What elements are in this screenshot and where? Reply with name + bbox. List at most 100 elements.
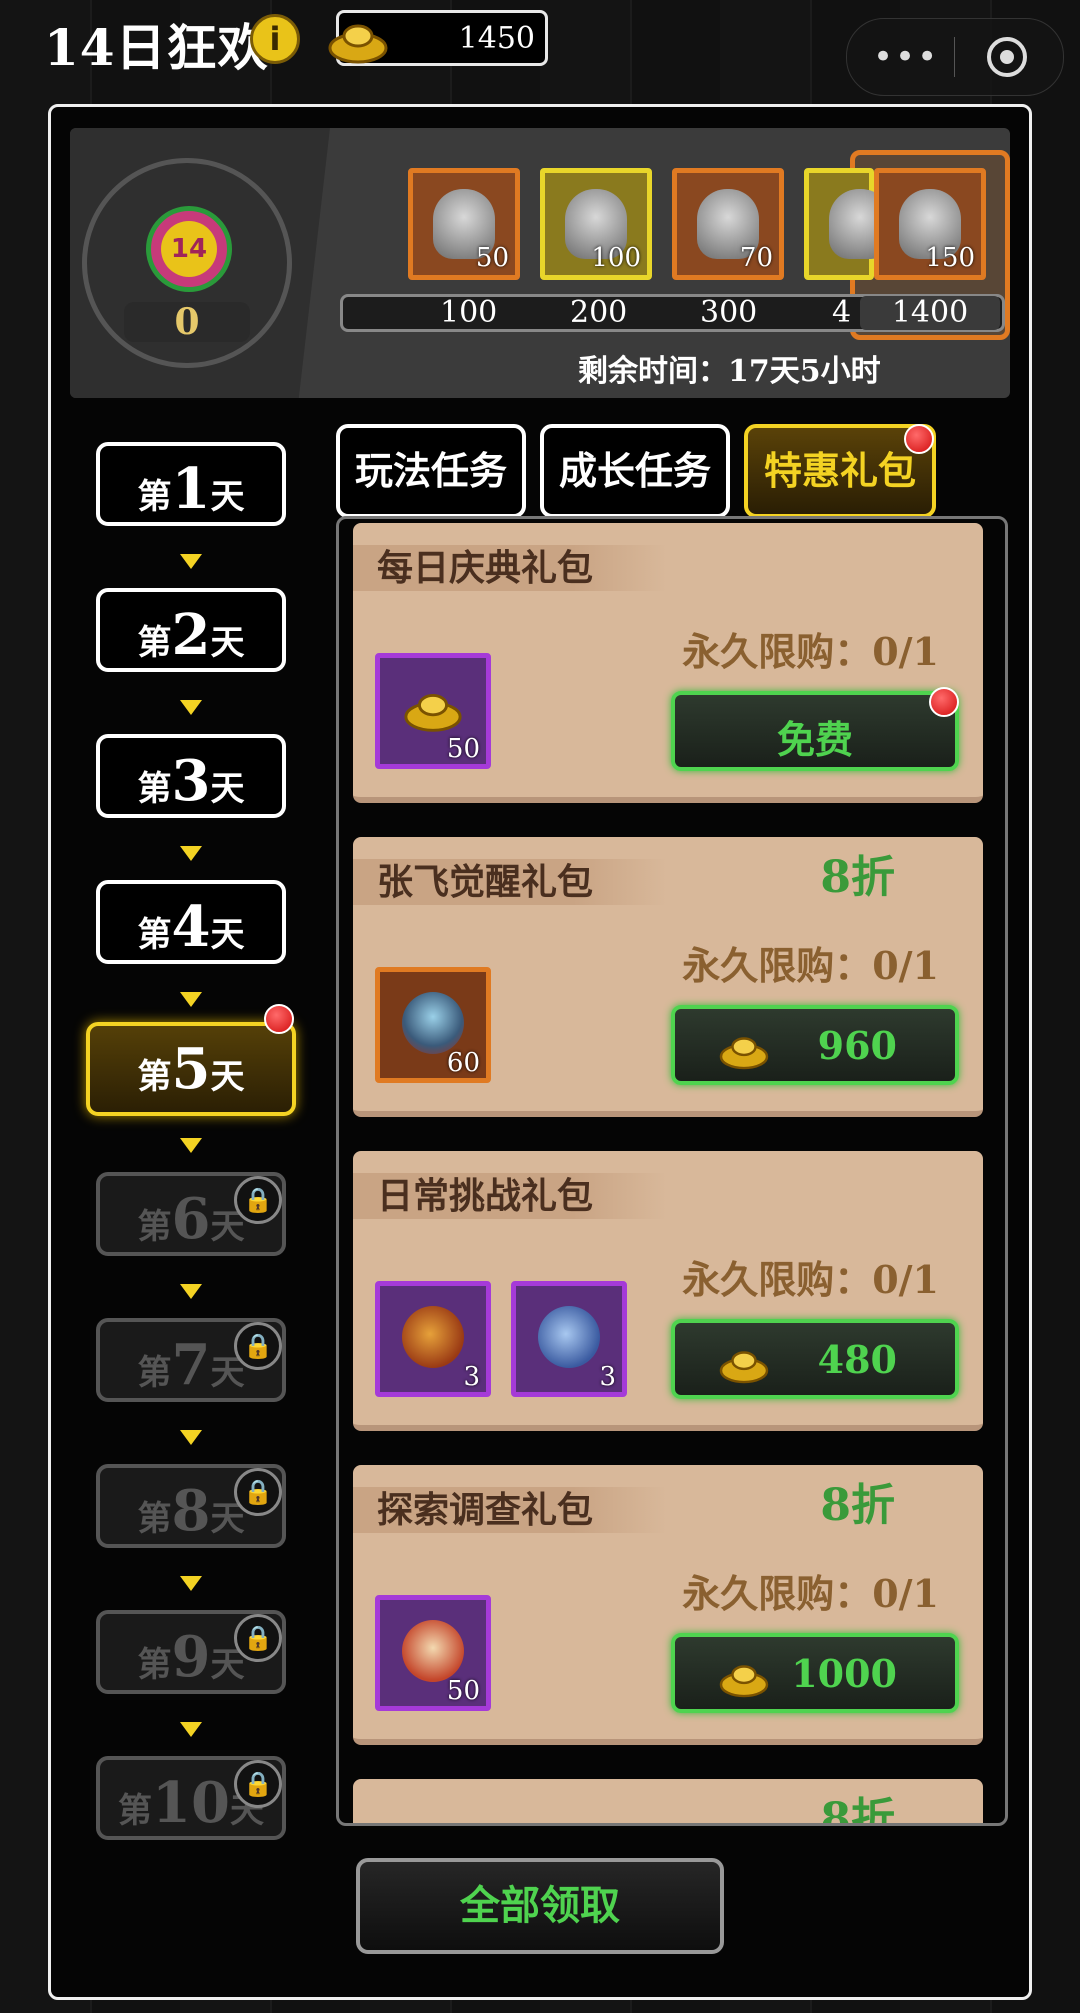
lock-icon: 🔒: [234, 1760, 282, 1808]
day-1-button[interactable]: 第1天: [96, 442, 286, 526]
reward-count: 70: [739, 243, 773, 273]
buy-button[interactable]: 480: [671, 1319, 959, 1399]
pack-title: 探索调查礼包: [353, 1487, 667, 1533]
pack-card: 每日庆典礼包 永久限购：0/1 50 免费: [353, 523, 983, 803]
item-count: 3: [463, 1362, 480, 1392]
blue-flask-icon: [538, 1306, 600, 1368]
notification-dot: [904, 424, 934, 454]
milestone-label: 1400: [860, 296, 1000, 330]
free-claim-button[interactable]: 免费: [671, 691, 959, 771]
close-target-icon[interactable]: [987, 37, 1027, 77]
notification-dot: [929, 687, 959, 717]
pack-title: 每日庆典礼包: [353, 545, 667, 591]
down-arrow-icon: [180, 1722, 202, 1737]
lock-icon: 🔒: [234, 1614, 282, 1662]
item-count: 60: [446, 1048, 480, 1078]
day-5-button[interactable]: 第5天: [86, 1022, 296, 1116]
day-number: 4: [171, 894, 211, 960]
milestone-label: 200: [570, 295, 628, 330]
day-8-button[interactable]: 第8天 🔒: [96, 1464, 286, 1548]
purchase-limit: 永久限购：0/1: [682, 1257, 939, 1302]
down-arrow-icon: [180, 1430, 202, 1445]
day-number: 7: [171, 1332, 211, 1398]
day-number: 5: [171, 1036, 211, 1102]
item-count: 50: [446, 734, 480, 764]
pack-card: 探索调查礼包 8折 永久限购：0/1 50 1000: [353, 1465, 983, 1745]
down-arrow-icon: [180, 554, 202, 569]
purchase-limit: 永久限购：0/1: [682, 629, 939, 674]
day-number: 9: [171, 1624, 211, 1690]
pack-list[interactable]: 每日庆典礼包 永久限购：0/1 50 免费 张飞觉醒礼包 8折 永久限购：0/1…: [336, 516, 1008, 1826]
milestone-label: 4: [832, 295, 852, 330]
day-suffix: 天: [210, 769, 245, 809]
day-number: 6: [171, 1186, 211, 1252]
purchase-limit: 永久限购：0/1: [682, 1571, 939, 1616]
pack-title: 日常挑战礼包: [353, 1173, 667, 1219]
day-prefix: 第: [137, 1207, 172, 1247]
day-prefix: 第: [137, 1499, 172, 1539]
lock-icon: 🔒: [234, 1468, 282, 1516]
buy-button[interactable]: 960: [671, 1005, 959, 1085]
milestone-reward[interactable]: 100: [540, 168, 652, 280]
down-arrow-icon: [180, 992, 202, 1007]
day-prefix: 第: [137, 769, 172, 809]
day-number: 10: [152, 1770, 230, 1836]
gold-ingot-icon: [719, 1665, 769, 1698]
more-menu-icon[interactable]: •••: [873, 37, 939, 77]
pack-item[interactable]: 50: [375, 653, 491, 769]
down-arrow-icon: [180, 846, 202, 861]
price: 960: [817, 1023, 897, 1068]
lock-icon: 🔒: [234, 1322, 282, 1370]
day-prefix: 第: [137, 477, 172, 517]
pack-card: 张飞觉醒礼包 8折 永久限购：0/1 60 960: [353, 837, 983, 1117]
day-4-button[interactable]: 第4天: [96, 880, 286, 964]
day-number: 2: [171, 602, 211, 668]
day-2-button[interactable]: 第2天: [96, 588, 286, 672]
reward-count: 50: [475, 243, 509, 273]
day-9-button[interactable]: 第9天 🔒: [96, 1610, 286, 1694]
pack-item[interactable]: 50: [375, 1595, 491, 1711]
day-3-button[interactable]: 第3天: [96, 734, 286, 818]
remaining-time: 剩余时间：17天5小时: [578, 354, 881, 389]
day-6-button[interactable]: 第6天 🔒: [96, 1172, 286, 1256]
tab-gameplay-tasks[interactable]: 玩法任务: [336, 424, 526, 518]
milestone-reward[interactable]: 50: [408, 168, 520, 280]
milestone-reward[interactable]: 70: [672, 168, 784, 280]
milestone-label: 300: [700, 295, 758, 330]
day-prefix: 第: [118, 1791, 153, 1831]
discount-label: 8折: [820, 852, 895, 903]
info-icon[interactable]: i: [250, 14, 300, 64]
reward-count: 100: [591, 243, 641, 273]
tab-growth-tasks[interactable]: 成长任务: [540, 424, 730, 518]
day-prefix: 第: [137, 1057, 172, 1097]
claim-all-button[interactable]: 全部领取: [356, 1858, 724, 1954]
pack-title: 张飞觉醒礼包: [353, 859, 667, 905]
milestone-reward[interactable]: [804, 168, 891, 280]
day-number: 3: [171, 748, 211, 814]
red-flask-icon: [402, 1306, 464, 1368]
purchase-limit: 永久限购：0/1: [682, 943, 939, 988]
discount-label: 8折: [820, 1480, 895, 1531]
day-suffix: 天: [210, 915, 245, 955]
gold-ingot-icon: [719, 1037, 769, 1070]
day-prefix: 第: [137, 1645, 172, 1685]
medal-badge: 14: [146, 206, 232, 292]
recruit-token-icon: [402, 1620, 464, 1682]
milestone-reward[interactable]: 150: [874, 168, 986, 280]
pack-item[interactable]: 3: [511, 1281, 627, 1397]
hero-portrait-icon: [402, 992, 464, 1054]
notification-dot: [264, 1004, 294, 1034]
activity-score: 0: [124, 302, 250, 342]
day-prefix: 第: [137, 915, 172, 955]
gold-ingot-icon: [404, 693, 462, 732]
down-arrow-icon: [180, 1284, 202, 1299]
day-suffix: 天: [210, 1057, 245, 1097]
discount-label: 8折: [820, 1794, 895, 1826]
down-arrow-icon: [180, 1138, 202, 1153]
day-7-button[interactable]: 第7天 🔒: [96, 1318, 286, 1402]
pack-item[interactable]: 3: [375, 1281, 491, 1397]
buy-button[interactable]: 1000: [671, 1633, 959, 1713]
pack-item[interactable]: 60: [375, 967, 491, 1083]
reward-count: 150: [925, 243, 975, 273]
day-10-button[interactable]: 第10天 🔒: [96, 1756, 286, 1840]
